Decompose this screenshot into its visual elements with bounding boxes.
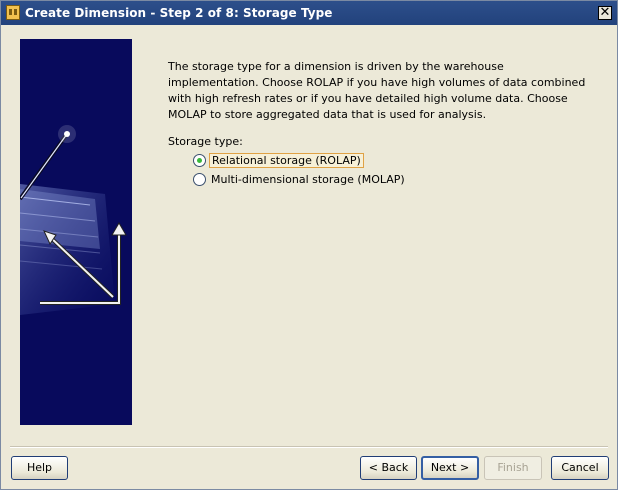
next-button-label: Next > — [430, 461, 470, 474]
rolap-radio[interactable] — [193, 153, 206, 167]
cancel-button-label: Cancel — [561, 461, 599, 474]
molap-option[interactable]: Multi-dimensional storage (MOLAP) — [193, 170, 405, 188]
molap-option-label[interactable]: Multi-dimensional storage (MOLAP) — [211, 173, 405, 186]
help-button[interactable]: Help — [11, 456, 68, 480]
next-button[interactable]: Next > — [421, 456, 479, 480]
create-dimension-dialog: Create Dimension - Step 2 of 8: Storage … — [0, 0, 618, 490]
back-button-label: < Back — [368, 461, 409, 474]
cancel-button[interactable]: Cancel — [551, 456, 609, 480]
back-button[interactable]: < Back — [360, 456, 417, 480]
rolap-option-label[interactable]: Relational storage (ROLAP) — [209, 152, 364, 168]
help-button-label: Help — [26, 461, 53, 474]
finish-button-label: Finish — [497, 461, 529, 474]
title-bar[interactable]: Create Dimension - Step 2 of 8: Storage … — [1, 1, 617, 25]
warehouse-builder-icon — [6, 5, 20, 20]
close-icon[interactable]: ✕ — [598, 6, 612, 20]
storage-description: The storage type for a dimension is driv… — [168, 60, 586, 121]
rolap-option[interactable]: Relational storage (ROLAP) — [193, 151, 364, 169]
window-title: Create Dimension - Step 2 of 8: Storage … — [25, 6, 333, 20]
finish-button: Finish — [484, 456, 542, 480]
wizard-illustration-graphic — [20, 39, 132, 425]
wizard-illustration — [20, 39, 132, 425]
storage-type-label: Storage type: — [168, 135, 243, 148]
molap-radio[interactable] — [193, 172, 206, 186]
button-separator — [10, 446, 608, 448]
